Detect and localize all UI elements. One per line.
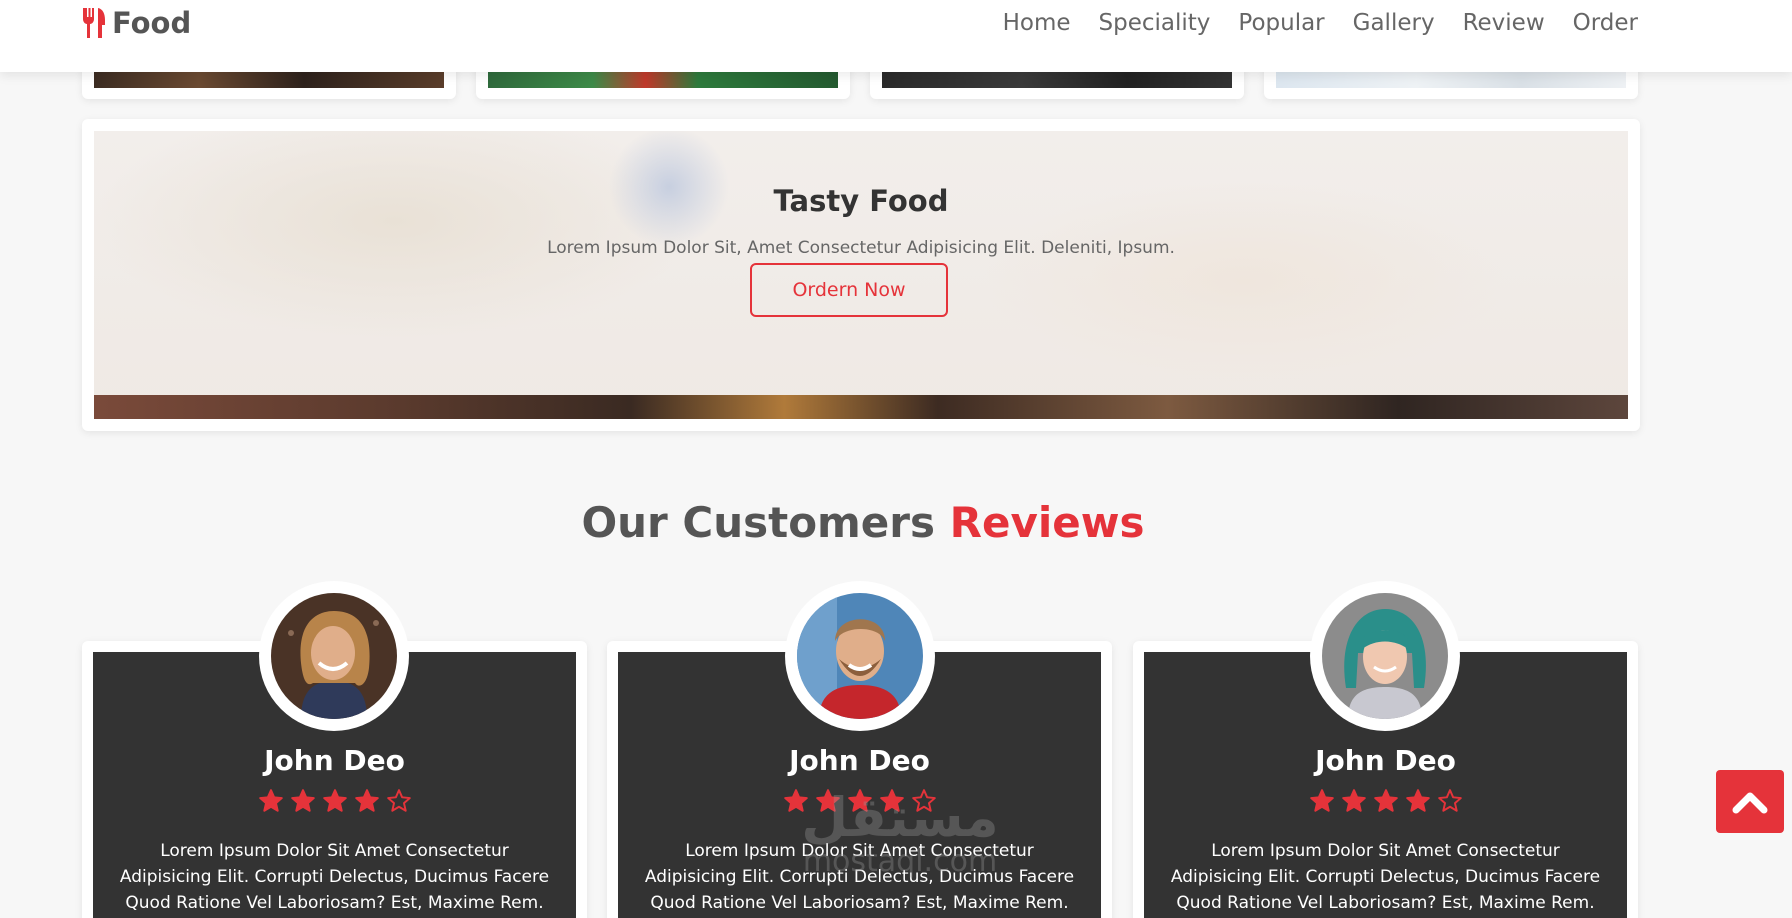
reviewer-name: John Deo (789, 744, 930, 777)
nav-speciality[interactable]: Speciality (1099, 10, 1211, 36)
star-filled-icon (290, 789, 315, 812)
star-empty-icon (386, 789, 411, 812)
star-empty-icon (1437, 789, 1462, 812)
star-filled-icon (783, 789, 808, 812)
star-filled-icon (847, 789, 872, 812)
star-rating (93, 788, 576, 814)
scroll-top-button[interactable] (1716, 770, 1784, 833)
star-filled-icon (815, 789, 840, 812)
review-text: Lorem Ipsum Dolor Sit Amet Consectetur A… (119, 841, 550, 913)
star-filled-icon (1341, 789, 1366, 812)
avatar-photo (797, 593, 923, 719)
star-filled-icon (258, 789, 283, 812)
nav-review[interactable]: Review (1463, 10, 1545, 36)
logo[interactable]: Food (81, 6, 191, 40)
reviewer-avatar (785, 581, 935, 731)
reviewer-name: John Deo (1315, 744, 1456, 777)
order-now-button[interactable]: Ordern Now (750, 263, 948, 317)
star-rating (618, 788, 1101, 814)
banner-title: Tasty Food (773, 184, 949, 218)
nav-order[interactable]: Order (1573, 10, 1638, 36)
avatar-photo (271, 593, 397, 719)
star-filled-icon (879, 789, 904, 812)
star-filled-icon (322, 789, 347, 812)
star-empty-icon (911, 789, 936, 812)
site-header: Food Home Speciality Popular Gallery Rev… (0, 0, 1792, 72)
reviewer-name: John Deo (264, 744, 405, 777)
banner-image-strip (94, 395, 1628, 419)
review-text: Lorem Ipsum Dolor Sit Amet Consectetur A… (644, 841, 1075, 913)
reviews-heading-accent: Reviews (949, 498, 1145, 547)
avatar-photo (1322, 593, 1448, 719)
nav-popular[interactable]: Popular (1238, 10, 1324, 36)
reviewer-avatar (259, 581, 409, 731)
avatar-image (271, 593, 397, 719)
star-filled-icon (1405, 789, 1430, 812)
reviews-heading: Our Customers Reviews (0, 498, 1726, 547)
banner-text: Lorem Ipsum Dolor Sit, Amet Consectetur … (547, 238, 1175, 258)
utensils-icon (83, 8, 105, 38)
nav-home[interactable]: Home (1003, 10, 1071, 36)
avatar-image (797, 593, 923, 719)
chevron-up-icon (1732, 792, 1768, 813)
reviews-heading-prefix: Our Customers (581, 498, 936, 547)
star-filled-icon (1373, 789, 1398, 812)
logo-text: Food (112, 6, 192, 40)
star-filled-icon (1309, 789, 1334, 812)
nav-gallery[interactable]: Gallery (1353, 10, 1435, 36)
reviewer-avatar (1310, 581, 1460, 731)
avatar-image (1322, 593, 1448, 719)
star-filled-icon (354, 789, 379, 812)
main-nav: Home Speciality Popular Gallery Review O… (1003, 10, 1638, 36)
review-text: Lorem Ipsum Dolor Sit Amet Consectetur A… (1170, 841, 1601, 913)
star-rating (1144, 788, 1627, 814)
